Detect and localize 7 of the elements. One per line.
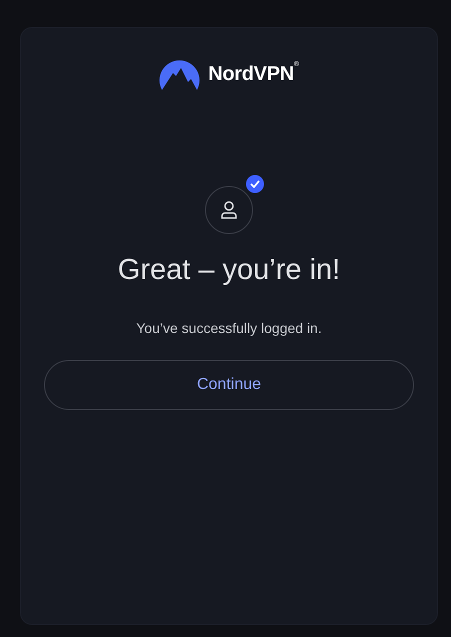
success-message: You’ve successfully logged in. — [136, 320, 322, 336]
user-icon — [219, 200, 239, 220]
continue-button[interactable]: Continue — [44, 360, 414, 410]
page-title: Great – you’re in! — [118, 254, 340, 287]
check-icon — [250, 180, 260, 188]
logo-text: NordVPN$^{®}$ — [208, 63, 299, 86]
logo-icon — [159, 59, 200, 90]
